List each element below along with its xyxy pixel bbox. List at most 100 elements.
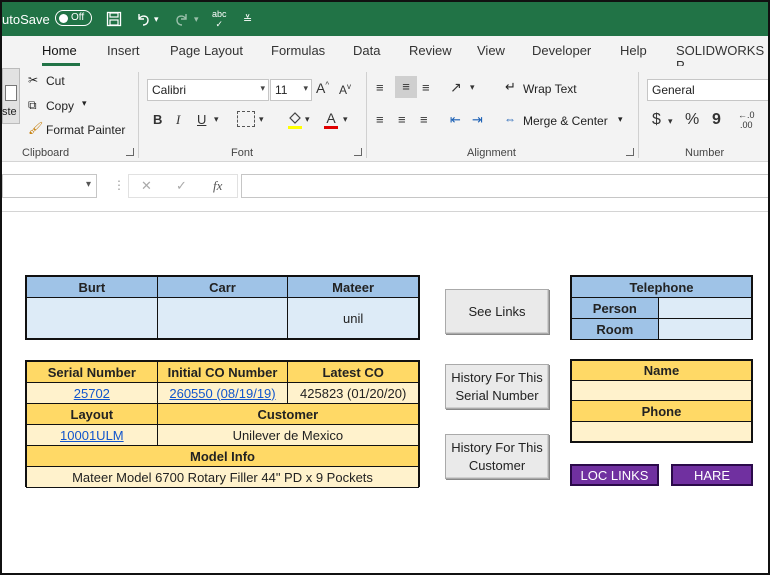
initial-co-value[interactable]: 260550 (08/19/19) (169, 386, 275, 401)
orientation-icon[interactable]: ↗ (450, 79, 462, 96)
ribbon-tabs: Home Insert Page Layout Formulas Data Re… (2, 36, 768, 73)
font-name-combo[interactable]: Calibri ▾ (147, 79, 269, 101)
telephone-table: Telephone Person Room (571, 276, 753, 340)
copy-icon[interactable]: ⧉ (28, 98, 37, 113)
mateer-cell[interactable]: unil (287, 297, 419, 339)
format-painter-button[interactable]: Format Painter (46, 123, 125, 137)
copy-dropdown-icon[interactable]: ▾ (82, 98, 87, 109)
copy-button[interactable]: Copy (46, 99, 74, 113)
increase-decimal-icon[interactable]: ←.0.00 (738, 110, 755, 130)
wrap-text-icon[interactable]: ↵ (505, 79, 516, 95)
currency-dropdown-icon[interactable]: ▾ (668, 116, 673, 127)
align-left-icon[interactable]: ≡ (376, 112, 384, 127)
underline-dropdown-icon[interactable]: ▾ (214, 114, 219, 125)
tab-page-layout[interactable]: Page Layout (170, 43, 243, 58)
formula-input[interactable] (241, 174, 768, 198)
phone-header: Phone (571, 400, 752, 422)
serial-number-value[interactable]: 25702 (74, 386, 110, 401)
name-cell[interactable] (571, 380, 752, 401)
merge-center-icon[interactable]: ⇔ (504, 112, 516, 126)
decrease-indent-icon[interactable]: ⇤ (450, 112, 461, 128)
borders-dropdown-icon[interactable]: ▾ (259, 114, 264, 125)
percent-icon[interactable]: % (685, 111, 699, 129)
italic-button[interactable]: I (176, 112, 180, 128)
align-middle-icon[interactable]: ≡ (395, 76, 417, 98)
initial-co-link[interactable]: 260550 (08/19/19) (156, 382, 289, 404)
currency-icon[interactable]: $ (652, 111, 661, 129)
redo-dropdown-icon[interactable]: ▾ (194, 2, 199, 36)
cut-icon[interactable]: ✂ (28, 73, 38, 87)
see-links-button[interactable]: See Links (445, 289, 549, 334)
hare-button[interactable]: HARE (671, 464, 753, 486)
insert-function-icon[interactable]: fx (213, 178, 222, 194)
spelling-icon[interactable]: abc ✓ (212, 2, 227, 36)
save-icon[interactable] (106, 2, 122, 36)
latest-co-header: Latest CO (287, 361, 419, 383)
name-header: Name (571, 360, 752, 381)
tab-data[interactable]: Data (353, 43, 380, 58)
align-bottom-icon[interactable]: ≡ (422, 80, 430, 95)
clipboard-launcher-icon[interactable] (126, 148, 134, 156)
merge-dropdown-icon[interactable]: ▾ (618, 114, 623, 125)
layout-link[interactable]: 10001ULM (26, 424, 158, 446)
tab-review[interactable]: Review (409, 43, 452, 58)
fill-color-icon[interactable] (287, 110, 303, 130)
tab-home[interactable]: Home (42, 43, 77, 58)
carr-header: Carr (156, 276, 289, 298)
customer-value[interactable]: Unilever de Mexico (156, 424, 420, 446)
history-customer-button[interactable]: History For This Customer (445, 434, 549, 479)
latest-co-value[interactable]: 425823 (01/20/20) (287, 382, 419, 404)
font-color-icon[interactable]: A (324, 110, 338, 129)
burt-cell[interactable] (26, 297, 158, 339)
fill-dropdown-icon[interactable]: ▾ (305, 114, 310, 125)
undo-dropdown-icon[interactable]: ▾ (154, 2, 159, 36)
phone-cell[interactable] (571, 421, 752, 442)
wrap-text-button[interactable]: Wrap Text (523, 82, 577, 96)
customize-qat-icon[interactable]: ≚ (243, 2, 252, 36)
alignment-launcher-icon[interactable] (626, 148, 634, 156)
align-center-icon[interactable]: ≡ (398, 112, 406, 127)
tab-formulas[interactable]: Formulas (271, 43, 325, 58)
orientation-dropdown-icon[interactable]: ▾ (470, 82, 475, 93)
align-top-icon[interactable]: ≡ (376, 80, 384, 95)
number-format-combo[interactable]: General (647, 79, 768, 101)
underline-button[interactable]: U (197, 112, 206, 127)
group-divider (138, 72, 139, 158)
autosave-state: Off (71, 12, 85, 23)
cancel-icon[interactable]: ✕ (141, 178, 152, 194)
font-color-dropdown-icon[interactable]: ▾ (343, 114, 348, 125)
tab-insert[interactable]: Insert (107, 43, 140, 58)
merge-center-button[interactable]: Merge & Center (523, 114, 608, 128)
enter-icon[interactable]: ✓ (176, 178, 187, 194)
person-label: Person (571, 297, 659, 319)
serial-number-link[interactable]: 25702 (26, 382, 158, 404)
font-size-combo[interactable]: 11 ▾ (270, 79, 312, 101)
tab-view[interactable]: View (477, 43, 505, 58)
loc-links-button[interactable]: LOC LINKS (570, 464, 659, 486)
grow-font-letter: A (316, 80, 326, 96)
undo-icon[interactable] (135, 2, 151, 36)
history-serial-button[interactable]: History For This Serial Number (445, 364, 549, 409)
borders-icon[interactable] (237, 111, 255, 127)
carr-cell[interactable] (156, 297, 289, 339)
tab-help[interactable]: Help (620, 43, 647, 58)
model-info-value[interactable]: Mateer Model 6700 Rotary Filler 44" PD x… (26, 466, 419, 488)
autosave-toggle[interactable]: Off (55, 10, 92, 26)
redo-icon[interactable] (174, 2, 190, 36)
person-phone-cell[interactable] (657, 297, 753, 319)
name-box[interactable]: ▾ (2, 174, 97, 198)
increase-indent-icon[interactable]: ⇥ (472, 112, 483, 128)
clipboard-group-label: Clipboard (22, 147, 70, 159)
formula-bar: ▾ ⋮ ✕ ✓ fx (2, 162, 768, 212)
align-right-icon[interactable]: ≡ (420, 112, 428, 127)
shrink-font-icon[interactable]: Av (339, 82, 351, 97)
format-painter-icon[interactable]: 🖌 (28, 121, 43, 135)
layout-value[interactable]: 10001ULM (60, 428, 124, 443)
bold-button[interactable]: B (153, 112, 162, 127)
font-launcher-icon[interactable] (354, 148, 362, 156)
comma-style-icon[interactable]: 9 (712, 111, 721, 129)
tab-developer[interactable]: Developer (532, 43, 591, 58)
cut-button[interactable]: Cut (46, 74, 65, 88)
grow-font-icon[interactable]: A^ (316, 80, 329, 96)
room-phone-cell[interactable] (657, 318, 753, 340)
